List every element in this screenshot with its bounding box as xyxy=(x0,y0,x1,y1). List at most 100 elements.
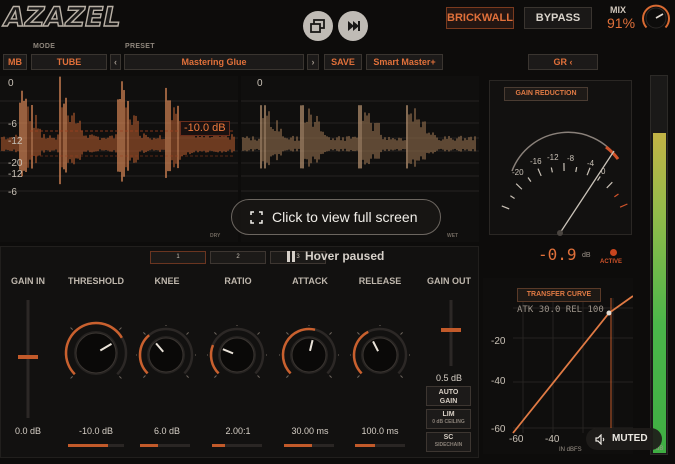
skip-forward-button[interactable] xyxy=(338,11,368,41)
fullscreen-button[interactable]: Click to view full screen xyxy=(231,199,441,235)
gr-scale-label: -16 xyxy=(530,157,542,166)
tc-x-label: -60 xyxy=(509,434,524,445)
active-indicator xyxy=(610,249,617,256)
auto-gain-button[interactable]: AUTO GAIN xyxy=(426,386,471,406)
skip-icon xyxy=(348,21,360,31)
release-label: RELEASE xyxy=(358,276,402,286)
ratio-label: RATIO xyxy=(224,276,252,286)
page-tab-2[interactable]: 2 xyxy=(210,251,266,264)
mode-label: MODE xyxy=(33,43,56,50)
sidechain-sublabel: SIDECHAIN xyxy=(434,442,463,448)
next-preset-button[interactable]: › xyxy=(307,54,319,70)
rel-value: 100 xyxy=(587,305,604,315)
tc-y-label: -20 xyxy=(491,336,506,347)
knee-bar-fill xyxy=(140,444,158,447)
output-tag: WET xyxy=(447,233,459,239)
pause-icon xyxy=(287,251,295,262)
db-label: -12 xyxy=(8,169,23,180)
attack-bar xyxy=(284,444,334,447)
hover-paused-label: Hover paused xyxy=(305,249,385,263)
release-value: 100.0 ms xyxy=(361,426,399,436)
threshold-readout[interactable]: -10.0 dB xyxy=(180,121,230,136)
attack-bar-fill xyxy=(284,444,312,447)
save-button[interactable]: SAVE xyxy=(324,54,362,70)
fullscreen-label: Click to view full screen xyxy=(272,209,418,225)
gain-out-fader[interactable] xyxy=(438,300,464,366)
ratio-bar-fill xyxy=(212,444,225,447)
threshold-bar-fill xyxy=(68,444,109,447)
mix-label: MIX xyxy=(610,5,627,15)
prev-preset-button[interactable]: ‹ xyxy=(110,54,121,70)
threshold-bar xyxy=(68,444,124,447)
gain-out-label: GAIN OUT xyxy=(427,276,471,286)
gain-reduction-panel: GAIN REDUCTION -20 -16 -12 -8 -4 0 xyxy=(489,80,632,236)
preset-select[interactable]: Mastering Glue xyxy=(124,54,304,70)
release-bar xyxy=(355,444,405,447)
knee-bar xyxy=(140,444,190,447)
preset-label: PRESET xyxy=(125,43,155,50)
gr-scale-label: 0 xyxy=(601,167,606,176)
sidechain-button[interactable]: SC SIDECHAIN xyxy=(426,432,471,452)
rel-label: REL xyxy=(565,305,583,315)
db-label: -6 xyxy=(8,119,17,130)
knee-knob[interactable] xyxy=(136,325,196,385)
brickwall-button[interactable]: BRICKWALL xyxy=(446,7,514,29)
pip-icon xyxy=(310,19,325,33)
page-tab-1[interactable]: 1 xyxy=(150,251,206,264)
gain-in-value: 0.0 dB xyxy=(14,426,42,436)
gr-scale-label: -4 xyxy=(587,159,595,168)
limiter-button[interactable]: LIM 0 dB CEILING xyxy=(426,409,471,429)
gr-view-button[interactable]: GR ‹ xyxy=(528,54,598,70)
mix-knob[interactable] xyxy=(641,3,671,33)
threshold-knob[interactable] xyxy=(63,320,129,386)
release-knob[interactable] xyxy=(350,325,410,385)
atk-label: ATK xyxy=(517,305,534,315)
db-label: -6 xyxy=(8,187,17,198)
multiband-button[interactable]: MB xyxy=(3,54,27,70)
muted-button[interactable]: MUTED xyxy=(586,428,662,450)
mix-value: 91% xyxy=(607,15,636,31)
output-meter-fill xyxy=(653,133,666,453)
attack-knob[interactable] xyxy=(279,325,339,385)
gain-in-fader[interactable] xyxy=(15,300,41,418)
knee-value: 6.0 dB xyxy=(153,426,181,436)
knee-label: KNEE xyxy=(154,276,180,286)
db-label: -12 xyxy=(8,136,23,147)
input-waveform: 0 -6 -12 -20 -12 -6 -10.0 dB DRY xyxy=(0,76,238,242)
bypass-button[interactable]: BYPASS xyxy=(524,7,592,29)
fullscreen-icon xyxy=(250,211,263,224)
smart-master-button[interactable]: Smart Master+ xyxy=(366,54,443,70)
gr-needle-meter xyxy=(501,131,628,236)
db-label-top: 0 xyxy=(257,78,263,89)
release-bar-fill xyxy=(355,444,375,447)
atk-value: 30.0 xyxy=(538,305,561,315)
picture-in-picture-button[interactable] xyxy=(303,11,333,41)
tc-y-label: -40 xyxy=(491,376,506,387)
speaker-muted-icon xyxy=(595,434,605,445)
db-label: -20 xyxy=(8,158,23,169)
gr-scale-label: -8 xyxy=(567,154,575,163)
tc-x-unit: IN dBFS xyxy=(559,447,582,453)
transfer-curve-title: TRANSFER CURVE xyxy=(517,288,601,302)
tc-x-label: -40 xyxy=(545,434,560,445)
tc-y-label: -60 xyxy=(491,424,506,435)
threshold-label: THRESHOLD xyxy=(68,276,124,286)
limiter-label: LIM xyxy=(442,411,455,418)
gain-reduction-value: -0.9 xyxy=(538,245,577,264)
attack-label: ATTACK xyxy=(292,276,328,286)
sidechain-label: SC xyxy=(443,434,454,441)
attack-value: 30.00 ms xyxy=(291,426,329,436)
mode-select[interactable]: TUBE xyxy=(31,54,107,70)
muted-label: MUTED xyxy=(612,433,648,444)
ratio-value: 2.00:1 xyxy=(225,426,251,436)
db-label-top: 0 xyxy=(8,78,14,89)
input-waveform-svg xyxy=(0,76,238,192)
transfer-curve-atk-rel: ATK 30.0 REL 100 xyxy=(517,305,604,315)
auto-gain-label: AUTO GAIN xyxy=(438,389,459,405)
ratio-knob[interactable] xyxy=(207,325,267,385)
active-label: ACTIVE xyxy=(600,259,623,265)
input-tag: DRY xyxy=(210,233,221,239)
gr-scale-label: -20 xyxy=(512,168,524,177)
gr-scale-label: -12 xyxy=(547,153,559,162)
gain-out-value: 0.5 dB xyxy=(435,373,463,383)
